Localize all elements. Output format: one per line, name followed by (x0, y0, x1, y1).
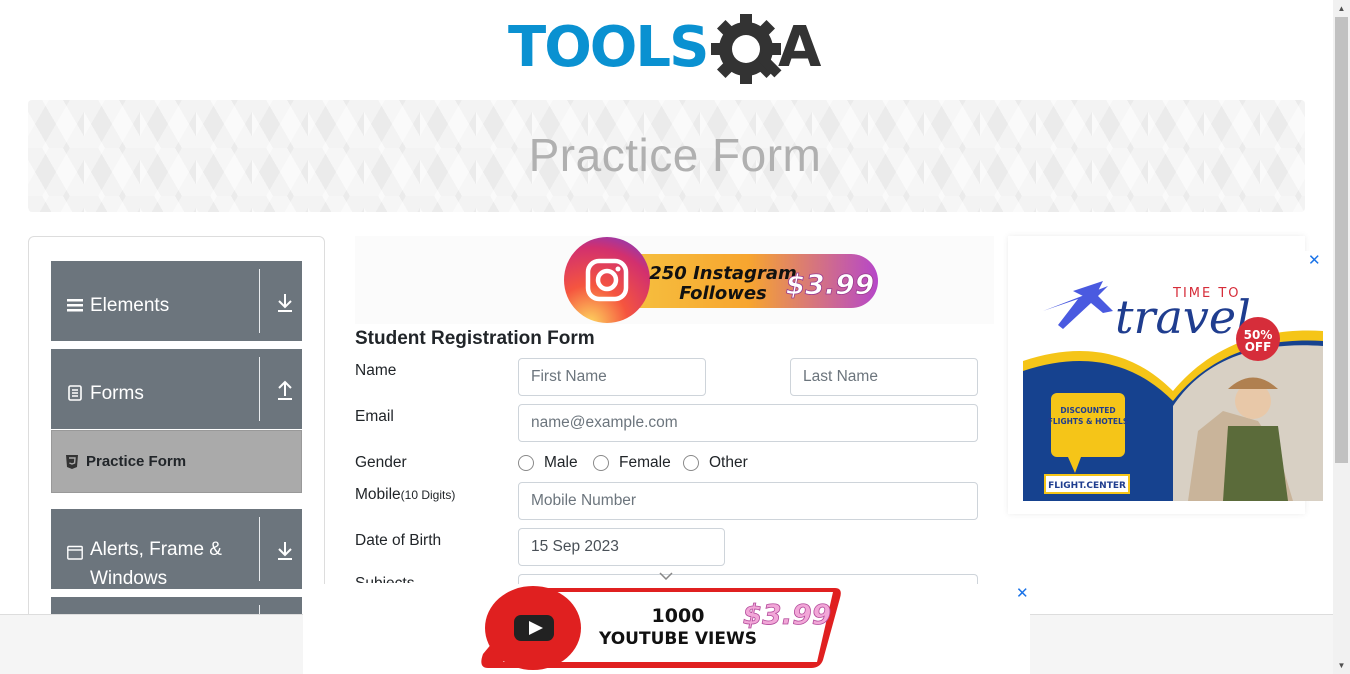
sidebar-group-label-line2: Windows (90, 568, 168, 589)
gender-radio-male[interactable]: Male (518, 454, 578, 472)
sidebar-group-forms[interactable]: Forms (51, 349, 302, 429)
instagram-icon (564, 237, 650, 323)
document-icon (68, 385, 82, 401)
instagram-ad[interactable]: 250 Instagram Followes $3.99 (355, 236, 994, 324)
ad-line1: 250 Instagram (649, 263, 796, 284)
ad-line1: 1000 (652, 605, 705, 627)
mobile-hint: (10 Digits) (400, 488, 456, 502)
window-icon (67, 545, 83, 560)
radio-circle[interactable] (593, 455, 609, 471)
html5-shield-icon (66, 455, 78, 469)
form-title: Student Registration Form (355, 328, 595, 349)
close-icon[interactable]: ✕ (1308, 251, 1321, 269)
ad-brand: FLIGHT.CENTER (1048, 481, 1126, 491)
ad-line2: Followes (679, 283, 767, 304)
mobile-input[interactable] (518, 482, 978, 520)
radio-label: Female (619, 454, 671, 471)
sidebar-item-label: Practice Form (86, 453, 187, 470)
sidebar-group-label: Forms (90, 383, 144, 404)
sidebar-group-elements[interactable]: Elements (51, 261, 302, 341)
ad-line2: YOUTUBE VIEWS (598, 629, 757, 649)
ad-price: $3.99 (786, 268, 875, 301)
gear-icon (711, 14, 782, 84)
travel-ad-graphic: TIME TO travel 50% OFF DISCOUNTED FLIGHT… (1023, 251, 1323, 501)
close-icon[interactable]: ✕ (1016, 584, 1029, 602)
divider (259, 357, 260, 421)
page-root: TOOLS A Practice Form Elements Forms Pra… (0, 0, 1350, 674)
bubble-line2: FLIGHTS & HOTELS (1048, 417, 1128, 426)
travel-ad[interactable]: TIME TO travel 50% OFF DISCOUNTED FLIGHT… (1008, 236, 1323, 514)
toolsqa-logo[interactable]: TOOLS A (508, 14, 830, 90)
page-title: Practice Form (528, 129, 822, 181)
radio-circle[interactable] (683, 455, 699, 471)
radio-circle[interactable] (518, 455, 534, 471)
scroll-down-arrow-icon[interactable]: ▼ (1333, 657, 1350, 674)
instagram-ad-graphic: 250 Instagram Followes $3.99 (564, 237, 878, 323)
ad-price: $3.99 (743, 598, 832, 631)
discount-off: OFF (1245, 340, 1272, 354)
sidebar: Elements Forms Practice Form Alerts, Fra… (28, 236, 325, 657)
logo-suffix: A (778, 15, 822, 80)
youtube-ad[interactable]: 1000 YOUTUBE VIEWS $3.99 (303, 584, 1030, 674)
bubble-line1: DISCOUNTED (1060, 406, 1115, 415)
upload-arrow-icon[interactable] (276, 379, 294, 401)
mobile-label-text: Mobile (355, 486, 401, 503)
email-label: Email (355, 408, 394, 425)
gender-radio-other[interactable]: Other (683, 454, 748, 472)
gender-label: Gender (355, 454, 407, 471)
first-name-input[interactable] (518, 358, 706, 396)
divider (259, 517, 260, 581)
radio-label: Other (709, 454, 748, 471)
download-arrow-icon[interactable] (276, 539, 294, 561)
mobile-label: Mobile(10 Digits) (355, 486, 455, 504)
radio-label: Male (544, 454, 578, 471)
date-of-birth-input[interactable] (518, 528, 725, 566)
divider (259, 269, 260, 333)
sidebar-group-label: Elements (90, 295, 170, 316)
scroll-up-arrow-icon[interactable]: ▲ (1333, 0, 1350, 17)
email-input[interactable] (518, 404, 978, 442)
chevron-down-icon[interactable] (659, 572, 673, 580)
ad-travel: travel (1115, 290, 1251, 344)
sidebar-group-alerts[interactable]: Alerts, Frame & Windows (51, 509, 302, 589)
last-name-input[interactable] (790, 358, 978, 396)
subjects-label: Subjects (355, 575, 414, 583)
download-arrow-icon[interactable] (276, 291, 294, 313)
gender-radio-female[interactable]: Female (593, 454, 671, 472)
name-label: Name (355, 362, 397, 379)
scrollbar[interactable]: ▲ ▼ (1333, 0, 1350, 674)
dob-label: Date of Birth (355, 532, 442, 549)
logo-text: TOOLS (508, 15, 707, 80)
sidebar-item-practice-form[interactable]: Practice Form (51, 430, 302, 493)
sidebar-group-label: Alerts, Frame & (90, 539, 222, 560)
hamburger-icon (67, 299, 83, 312)
youtube-ad-graphic: 1000 YOUTUBE VIEWS $3.99 (481, 586, 841, 670)
scroll-thumb[interactable] (1335, 17, 1348, 463)
